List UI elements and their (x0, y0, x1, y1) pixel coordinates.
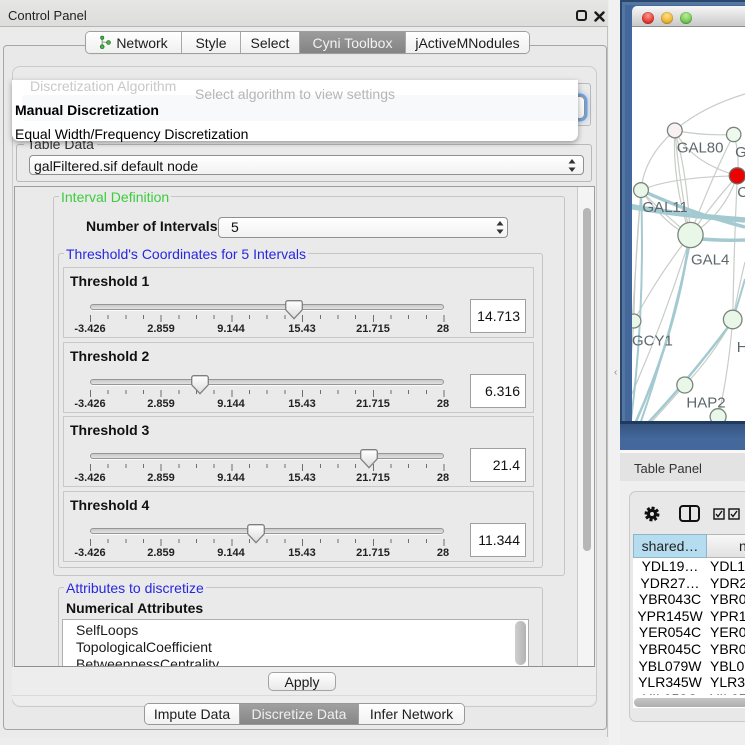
svg-text:GCY1: GCY1 (632, 333, 673, 350)
svg-text:C: C (737, 184, 745, 201)
svg-text:HAP2: HAP2 (686, 394, 725, 411)
svg-text:HA: HA (737, 339, 745, 356)
svg-text:GA: GA (735, 144, 745, 161)
svg-text:GAL4: GAL4 (691, 252, 729, 269)
svg-text:GAL11: GAL11 (642, 199, 688, 216)
svg-text:GAL80: GAL80 (677, 140, 724, 157)
